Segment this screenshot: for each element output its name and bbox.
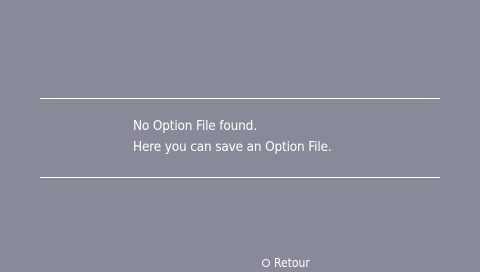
message-panel: No Option File found. Here you can save … <box>133 116 332 158</box>
option-file-screen: No Option File found. Here you can save … <box>0 0 480 272</box>
back-label: Retour <box>274 256 310 270</box>
bottom-divider <box>40 177 440 178</box>
message-line-2: Here you can save an Option File. <box>133 139 332 155</box>
message-line-1: No Option File found. <box>133 118 257 134</box>
top-divider <box>40 98 440 99</box>
back-button[interactable]: Retour <box>262 255 314 271</box>
circle-button-icon <box>262 259 270 267</box>
